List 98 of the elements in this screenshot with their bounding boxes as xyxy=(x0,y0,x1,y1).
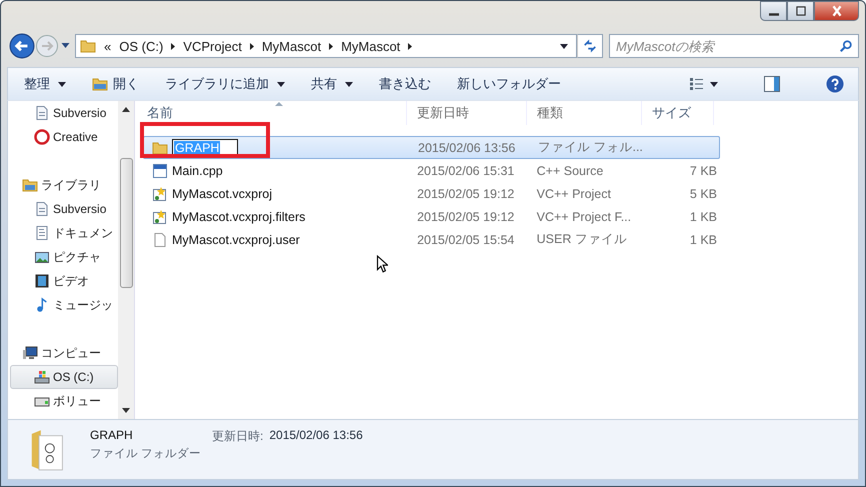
drive-icon xyxy=(34,369,50,385)
table-cell-text: 2015/02/06 13:56 xyxy=(417,140,516,154)
column-header[interactable]: 更新日時 xyxy=(407,101,527,125)
toolbar-button[interactable]: 開く xyxy=(92,75,139,93)
folder-icon xyxy=(22,177,38,193)
document-icon xyxy=(34,201,50,217)
ring-logo-icon xyxy=(34,129,50,145)
table-cell-text: 2015/02/05 15:54 xyxy=(416,232,516,246)
scrollbar[interactable] xyxy=(118,101,134,419)
project-file-icon xyxy=(152,208,168,224)
table-cell-text: 7 KB xyxy=(688,164,718,178)
folder-icon xyxy=(152,140,168,156)
toolbar-button[interactable]: 書き込む xyxy=(379,75,431,93)
project-file-icon xyxy=(152,186,168,202)
source-file-icon xyxy=(152,162,168,178)
field-value: 2015/02/06 13:56 xyxy=(269,428,363,444)
search-field[interactable]: MyMascotの検索 xyxy=(609,34,859,58)
breadcrumb[interactable]: « xyxy=(104,38,112,54)
document-icon xyxy=(34,225,50,241)
field-label: 更新日時: xyxy=(212,428,264,445)
file-name: MyMascot.vcxproj xyxy=(172,186,272,200)
sidebar-item[interactable]: OS (C:) xyxy=(10,365,118,389)
table-cell-text: ファイル フォル... xyxy=(537,139,644,156)
table-cell-text: C++ Source xyxy=(536,164,604,178)
table-cell-text: 1 KB xyxy=(688,232,718,246)
blank-file-icon xyxy=(152,232,168,248)
maximize-icon xyxy=(794,5,808,17)
item-name: GRAPH xyxy=(90,428,134,442)
address-bar[interactable]: « OS (C:) VCProject MyMascot MyMascot xyxy=(75,34,577,58)
file-row[interactable]: MyMascot.vcxproj.user 2015/02/05 15:54 USER ファイル 1 KB xyxy=(143,228,720,251)
file-row[interactable]: MyMascot.vcxproj.filters 2015/02/05 19:12 VC++ Project F... 1 KB xyxy=(143,205,720,228)
file-name: MyMascot.vcxproj.user xyxy=(172,232,300,246)
file-row[interactable]: Main.cpp 2015/02/06 15:31 C++ Source 7 KB xyxy=(143,159,720,182)
breadcrumb[interactable]: VCProject xyxy=(183,38,242,54)
film-icon xyxy=(34,273,50,289)
search-icon xyxy=(839,39,853,53)
scroll-thumb[interactable] xyxy=(120,158,132,288)
toolbar-button[interactable]: 新しいフォルダー xyxy=(457,75,561,93)
scroll-down-icon xyxy=(122,408,130,413)
column-header[interactable]: 種類 xyxy=(527,101,642,125)
folder-icon xyxy=(80,38,96,54)
caret-icon xyxy=(560,44,568,48)
close-button[interactable] xyxy=(814,1,859,21)
breadcrumb[interactable]: MyMascot xyxy=(262,38,322,54)
minimize-button[interactable] xyxy=(760,1,787,21)
sidebar-item[interactable]: ピクチャ xyxy=(8,245,118,269)
table-cell-text: 2015/02/06 15:31 xyxy=(416,164,516,178)
table-cell-text: USER ファイル xyxy=(536,231,628,248)
chevron-icon xyxy=(408,42,412,50)
sidebar-item[interactable]: ドキュメン xyxy=(8,221,118,245)
toolbar-button[interactable]: 共有 xyxy=(311,75,353,93)
help-icon xyxy=(826,75,844,93)
mouse-cursor-icon xyxy=(376,255,388,273)
sidebar-item[interactable]: ビデオ xyxy=(8,269,118,293)
sort-arrow-icon xyxy=(275,102,283,106)
list-view-icon xyxy=(690,78,718,90)
pane-icon xyxy=(764,76,780,92)
breadcrumb[interactable]: OS (C:) xyxy=(119,38,164,54)
file-name: Main.cpp xyxy=(172,164,223,178)
table-cell-text: 1 KB xyxy=(688,210,718,224)
caret-icon xyxy=(345,82,353,86)
caret-icon xyxy=(277,82,285,86)
sidebar-item[interactable]: ボリュー xyxy=(8,389,118,413)
table-cell-text: VC++ Project xyxy=(536,186,612,200)
minimize-icon xyxy=(768,12,778,16)
table-cell-text: 2015/02/05 19:12 xyxy=(416,186,516,200)
chevron-icon xyxy=(171,42,176,50)
column-header[interactable]: サイズ xyxy=(642,101,714,125)
file-row[interactable]: GRAPH 2015/02/06 13:56 ファイル フォル... xyxy=(143,136,720,159)
back-button[interactable] xyxy=(9,33,35,59)
table-cell-text: 2015/02/05 19:12 xyxy=(416,210,516,224)
sidebar-item[interactable]: Creative xyxy=(8,125,118,149)
file-name: MyMascot.vcxproj.filters xyxy=(172,210,306,224)
item-type: ファイル フォルダー xyxy=(90,446,202,461)
table-cell-text: 5 KB xyxy=(688,186,718,200)
picture-icon xyxy=(34,249,50,265)
folder-icon xyxy=(92,76,108,92)
chevron-icon xyxy=(329,42,334,50)
breadcrumb[interactable]: MyMascot xyxy=(341,38,400,54)
caret-icon xyxy=(58,82,66,86)
refresh-icon xyxy=(583,39,597,53)
toolbar-button[interactable]: 整理 xyxy=(24,75,66,93)
sidebar-item[interactable]: ライブラリ xyxy=(8,173,118,197)
document-icon xyxy=(34,105,50,121)
history-dropdown[interactable] xyxy=(59,43,72,49)
sidebar-item[interactable]: コンピュー xyxy=(8,341,118,365)
toolbar-button[interactable]: ライブラリに追加 xyxy=(165,75,285,93)
table-cell-text: VC++ Project F... xyxy=(536,210,632,224)
refresh-button[interactable] xyxy=(577,34,603,58)
sidebar-item[interactable]: ミュージッ xyxy=(8,293,118,317)
close-icon xyxy=(830,5,844,17)
sidebar-item[interactable]: Subversio xyxy=(8,197,118,221)
chevron-icon xyxy=(250,42,254,50)
computer-icon xyxy=(22,345,38,361)
scroll-up-icon xyxy=(122,107,130,112)
maximize-button[interactable] xyxy=(787,1,814,21)
file-row[interactable]: MyMascot.vcxproj 2015/02/05 19:12 VC++ Project 5 KB xyxy=(143,182,720,205)
sidebar-item[interactable]: Subversio xyxy=(8,101,118,125)
